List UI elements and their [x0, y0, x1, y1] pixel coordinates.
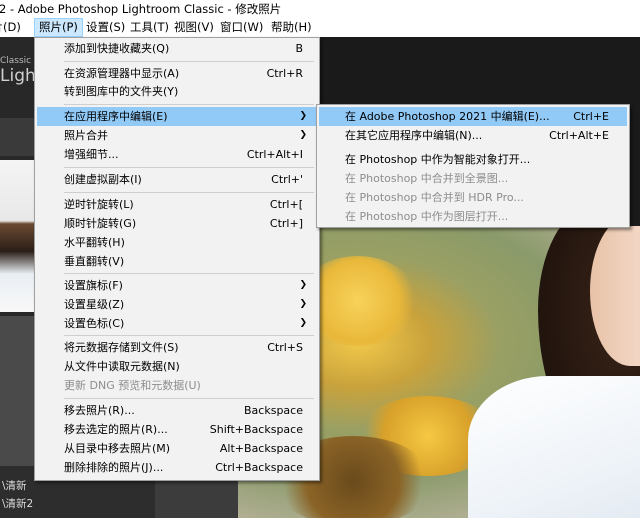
menu-item-flip-vertical[interactable]: 垂直翻转(V)	[37, 252, 317, 271]
menu-item-shortcut: Ctrl+[	[269, 198, 303, 211]
window-title-bar: 2 - Adobe Photoshop Lightroom Classic - …	[0, 0, 640, 18]
menu-item-shortcut: Ctrl+Backspace	[215, 461, 303, 474]
menu-item-label: 移去照片(R)...	[64, 404, 135, 417]
menu-item-label: 在 Photoshop 中作为图层打开...	[345, 210, 509, 223]
submenu-item-merge-hdr: 在 Photoshop 中合并到 HDR Pro...	[319, 188, 627, 207]
submenu-arrow-icon: ❯	[299, 280, 307, 290]
menu-item-label: 在 Adobe Photoshop 2021 中编辑(E)...	[345, 110, 550, 123]
menu-item-label: 水平翻转(H)	[64, 236, 125, 249]
collections-panel	[0, 316, 34, 466]
menu-item-flip-horizontal[interactable]: 水平翻转(H)	[37, 233, 317, 252]
photo-menu-dropdown: 添加到快捷收藏夹(Q) B 在资源管理器中显示(A) Ctrl+R 转到图库中的…	[34, 37, 320, 481]
menu-item-label: 设置星级(Z)	[64, 298, 125, 311]
menu-item-label: 将元数据存储到文件(S)	[64, 341, 179, 354]
submenu-arrow-icon: ❯	[299, 299, 307, 309]
menu-item-shortcut: Shift+Backspace	[209, 423, 303, 436]
menu-bar: 照片(D) 照片(P) 设置(S) 工具(T) 视图(V) 窗口(W) 帮助(H…	[0, 18, 640, 37]
menu-item-label: 在 Photoshop 中合并到 HDR Pro...	[345, 191, 524, 204]
menu-item-update-dng: 更新 DNG 预览和元数据(U)	[37, 376, 317, 395]
menu-item-label: 从目录中移去照片(M)	[64, 442, 171, 455]
menu-item-shortcut: Ctrl+'	[271, 173, 303, 186]
menu-tools[interactable]: 工具(T)	[126, 18, 173, 37]
menu-item-label: 增强细节...	[64, 148, 119, 161]
menu-item-remove-from-catalog[interactable]: 从目录中移去照片(M) Alt+Backspace	[37, 439, 317, 458]
menu-item-remove-selected[interactable]: 移去选定的照片(R)... Shift+Backspace	[37, 420, 317, 439]
menu-item-save-metadata[interactable]: 将元数据存储到文件(S) Ctrl+S	[37, 338, 317, 357]
menu-item-rotate-left[interactable]: 逆时针旋转(L) Ctrl+[	[37, 195, 317, 214]
menu-view[interactable]: 视图(V)	[170, 18, 218, 37]
menu-item-delete-rejected[interactable]: 删除排除的照片(J)... Ctrl+Backspace	[37, 458, 317, 477]
menu-item-shortcut: Ctrl+Alt+I	[246, 148, 303, 161]
submenu-item-merge-panorama: 在 Photoshop 中合并到全景图...	[319, 169, 627, 188]
menu-item-label: 更新 DNG 预览和元数据(U)	[64, 379, 201, 392]
menu-separator	[64, 273, 314, 274]
navigator-preview	[0, 160, 34, 312]
menu-item-label: 添加到快捷收藏夹(Q)	[64, 42, 170, 55]
shirt-shape	[468, 376, 640, 518]
menu-item-label: 逆时针旋转(L)	[64, 198, 134, 211]
navigator-header	[0, 118, 34, 156]
menu-separator	[64, 192, 314, 193]
menu-item-label: 创建虚拟副本(I)	[64, 173, 142, 186]
menu-item-shortcut: Backspace	[244, 404, 303, 417]
menu-item-shortcut: Ctrl+Alt+E	[549, 129, 609, 142]
menu-item-label: 照片合并	[64, 129, 108, 142]
submenu-item-edit-in-photoshop[interactable]: 在 Adobe Photoshop 2021 中编辑(E)... Ctrl+E	[319, 107, 627, 126]
submenu-item-open-as-layers: 在 Photoshop 中作为图层打开...	[319, 207, 627, 226]
menu-item-label: 在 Photoshop 中作为智能对象打开...	[345, 153, 531, 166]
logo-small-text: Classic	[0, 56, 32, 66]
menu-item-enhance-details[interactable]: 增强细节... Ctrl+Alt+I	[37, 145, 317, 164]
menu-item-label: 在资源管理器中显示(A)	[64, 67, 180, 80]
menu-item-label: 在 Photoshop 中合并到全景图...	[345, 172, 509, 185]
menu-item-label: 移去选定的照片(R)...	[64, 423, 168, 436]
menu-item-label: 删除排除的照片(J)...	[64, 461, 164, 474]
submenu-item-open-as-smart-object[interactable]: 在 Photoshop 中作为智能对象打开...	[319, 150, 627, 169]
submenu-arrow-icon: ❯	[299, 111, 307, 121]
menu-item-label: 垂直翻转(V)	[64, 255, 125, 268]
menu-separator	[64, 398, 314, 399]
menu-item-label: 在其它应用程序中编辑(N)...	[345, 129, 483, 142]
edit-in-submenu: 在 Adobe Photoshop 2021 中编辑(E)... Ctrl+E …	[316, 104, 630, 228]
menu-item-label: 设置色标(C)	[64, 317, 125, 330]
menu-window[interactable]: 窗口(W)	[216, 18, 267, 37]
menu-item-label: 设置旗标(F)	[64, 279, 123, 292]
menu-item-photo-merge[interactable]: 照片合并 ❯	[37, 126, 317, 145]
menu-photo-partial[interactable]: 照片(D)	[0, 18, 25, 37]
menu-photo[interactable]: 照片(P)	[34, 18, 83, 37]
submenu-arrow-icon: ❯	[299, 318, 307, 328]
menu-item-shortcut: Ctrl+R	[266, 67, 303, 80]
menu-item-label: 顺时针旋转(G)	[64, 217, 137, 230]
menu-item-set-rating[interactable]: 设置星级(Z) ❯	[37, 295, 317, 314]
menu-separator	[64, 167, 314, 168]
menu-item-shortcut: Ctrl+]	[269, 217, 303, 230]
menu-settings[interactable]: 设置(S)	[82, 18, 129, 37]
menu-item-label: 转到图库中的文件夹(Y)	[64, 85, 179, 98]
menu-item-show-in-explorer[interactable]: 在资源管理器中显示(A) Ctrl+R	[37, 64, 317, 83]
menu-item-set-flag[interactable]: 设置旗标(F) ❯	[37, 276, 317, 295]
menu-item-create-virtual-copy[interactable]: 创建虚拟副本(I) Ctrl+'	[37, 170, 317, 189]
menu-item-label: 在应用程序中编辑(E)	[64, 110, 168, 123]
menu-item-shortcut: Ctrl+S	[267, 341, 303, 354]
menu-separator	[64, 104, 314, 105]
menu-item-read-metadata[interactable]: 从文件中读取元数据(N)	[37, 357, 317, 376]
submenu-item-edit-in-other[interactable]: 在其它应用程序中编辑(N)... Ctrl+Alt+E	[319, 126, 627, 145]
menu-separator	[64, 335, 314, 336]
menu-item-shortcut: Ctrl+E	[573, 110, 609, 123]
menu-item-go-to-folder[interactable]: 转到图库中的文件夹(Y)	[37, 82, 317, 101]
menu-item-rotate-right[interactable]: 顺时针旋转(G) Ctrl+]	[37, 214, 317, 233]
menu-item-add-quick-collection[interactable]: 添加到快捷收藏夹(Q) B	[37, 39, 317, 58]
menu-item-edit-in[interactable]: 在应用程序中编辑(E) ❯	[37, 107, 317, 126]
submenu-arrow-icon: ❯	[299, 130, 307, 140]
menu-item-remove-photo[interactable]: 移去照片(R)... Backspace	[37, 401, 317, 420]
menu-item-shortcut: Alt+Backspace	[219, 442, 303, 455]
window-title: 2 - Adobe Photoshop Lightroom Classic - …	[0, 2, 282, 16]
menu-separator	[64, 61, 314, 62]
collection-item[interactable]: \清新2	[2, 496, 33, 511]
menu-item-set-color-label[interactable]: 设置色标(C) ❯	[37, 314, 317, 333]
menu-item-label: 从文件中读取元数据(N)	[64, 360, 180, 373]
collection-item[interactable]: \清新	[2, 478, 27, 493]
menu-help[interactable]: 帮助(H)	[267, 18, 316, 37]
menu-item-shortcut: B	[295, 42, 303, 55]
